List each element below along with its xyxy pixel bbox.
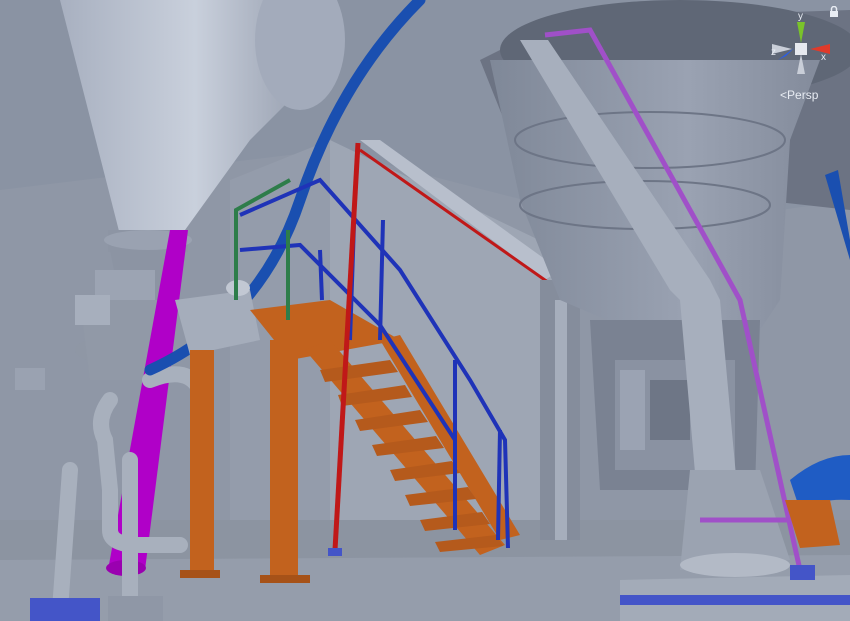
projection-toggle[interactable]: <Persp bbox=[780, 88, 818, 102]
projection-label: Persp bbox=[787, 88, 819, 102]
gizmo-center-cube[interactable] bbox=[795, 43, 807, 55]
gizmo-label-z: z bbox=[771, 47, 776, 58]
blue-duct-right bbox=[785, 170, 850, 548]
industrial-plant-3d-scene bbox=[0, 0, 850, 621]
gizmo-cone-x[interactable] bbox=[810, 44, 830, 54]
gizmo-label-x: x bbox=[821, 52, 826, 63]
scene-viewport[interactable]: y x z <Persp bbox=[0, 0, 850, 621]
gizmo-cone-neg-y[interactable] bbox=[797, 54, 805, 74]
lock-icon[interactable] bbox=[829, 6, 839, 17]
gizmo-cone-neg-z[interactable] bbox=[810, 36, 822, 48]
gizmo-cone-y[interactable] bbox=[797, 22, 805, 43]
projection-arrow: < bbox=[780, 88, 788, 102]
gizmo-label-y: y bbox=[798, 11, 803, 22]
